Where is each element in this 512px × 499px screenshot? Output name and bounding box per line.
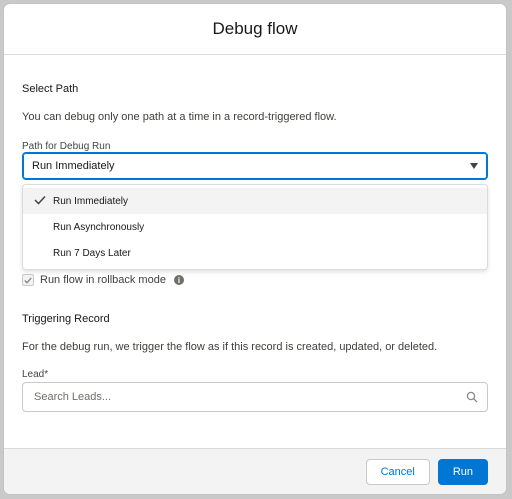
option-label: Run 7 Days Later — [53, 247, 131, 259]
path-dropdown-menu: Run Immediately Run Asynchronously Run 7… — [22, 184, 488, 270]
lead-field-label: Lead* — [22, 369, 49, 380]
lead-search-box — [22, 382, 488, 412]
triggering-record-heading: Triggering Record — [22, 313, 110, 325]
rollback-label: Run flow in rollback mode — [40, 274, 166, 286]
check-icon — [24, 277, 32, 284]
modal-footer: Cancel Run — [4, 448, 506, 494]
checkmark-icon — [34, 195, 46, 205]
rollback-checkbox[interactable] — [22, 274, 34, 286]
chevron-down-icon — [470, 163, 478, 169]
path-select-value: Run Immediately — [32, 160, 115, 172]
triggering-record-description: For the debug run, we trigger the flow a… — [22, 341, 438, 353]
debug-flow-modal: Debug flow Select Path You can debug onl… — [4, 4, 506, 494]
info-icon[interactable]: i — [173, 275, 184, 285]
cancel-button[interactable]: Cancel — [365, 458, 430, 485]
modal-title: Debug flow — [212, 19, 298, 38]
lead-search-input[interactable] — [32, 390, 466, 404]
option-run-7-days-later[interactable]: Run 7 Days Later — [23, 240, 487, 266]
select-path-description: You can debug only one path at a time in… — [22, 111, 337, 123]
option-label: Run Immediately — [53, 195, 129, 207]
rollback-checkbox-row: Run flow in rollback mode i — [22, 274, 184, 286]
modal-header: Debug flow — [4, 4, 506, 55]
option-label: Run Asynchronously — [53, 221, 145, 233]
path-field-label: Path for Debug Run — [22, 141, 111, 152]
option-run-asynchronously[interactable]: Run Asynchronously — [23, 214, 487, 240]
select-path-heading: Select Path — [22, 83, 79, 95]
run-button[interactable]: Run — [437, 458, 488, 485]
search-icon — [466, 391, 478, 403]
option-run-immediately[interactable]: Run Immediately — [23, 188, 487, 214]
path-select[interactable]: Run Immediately — [22, 152, 488, 180]
